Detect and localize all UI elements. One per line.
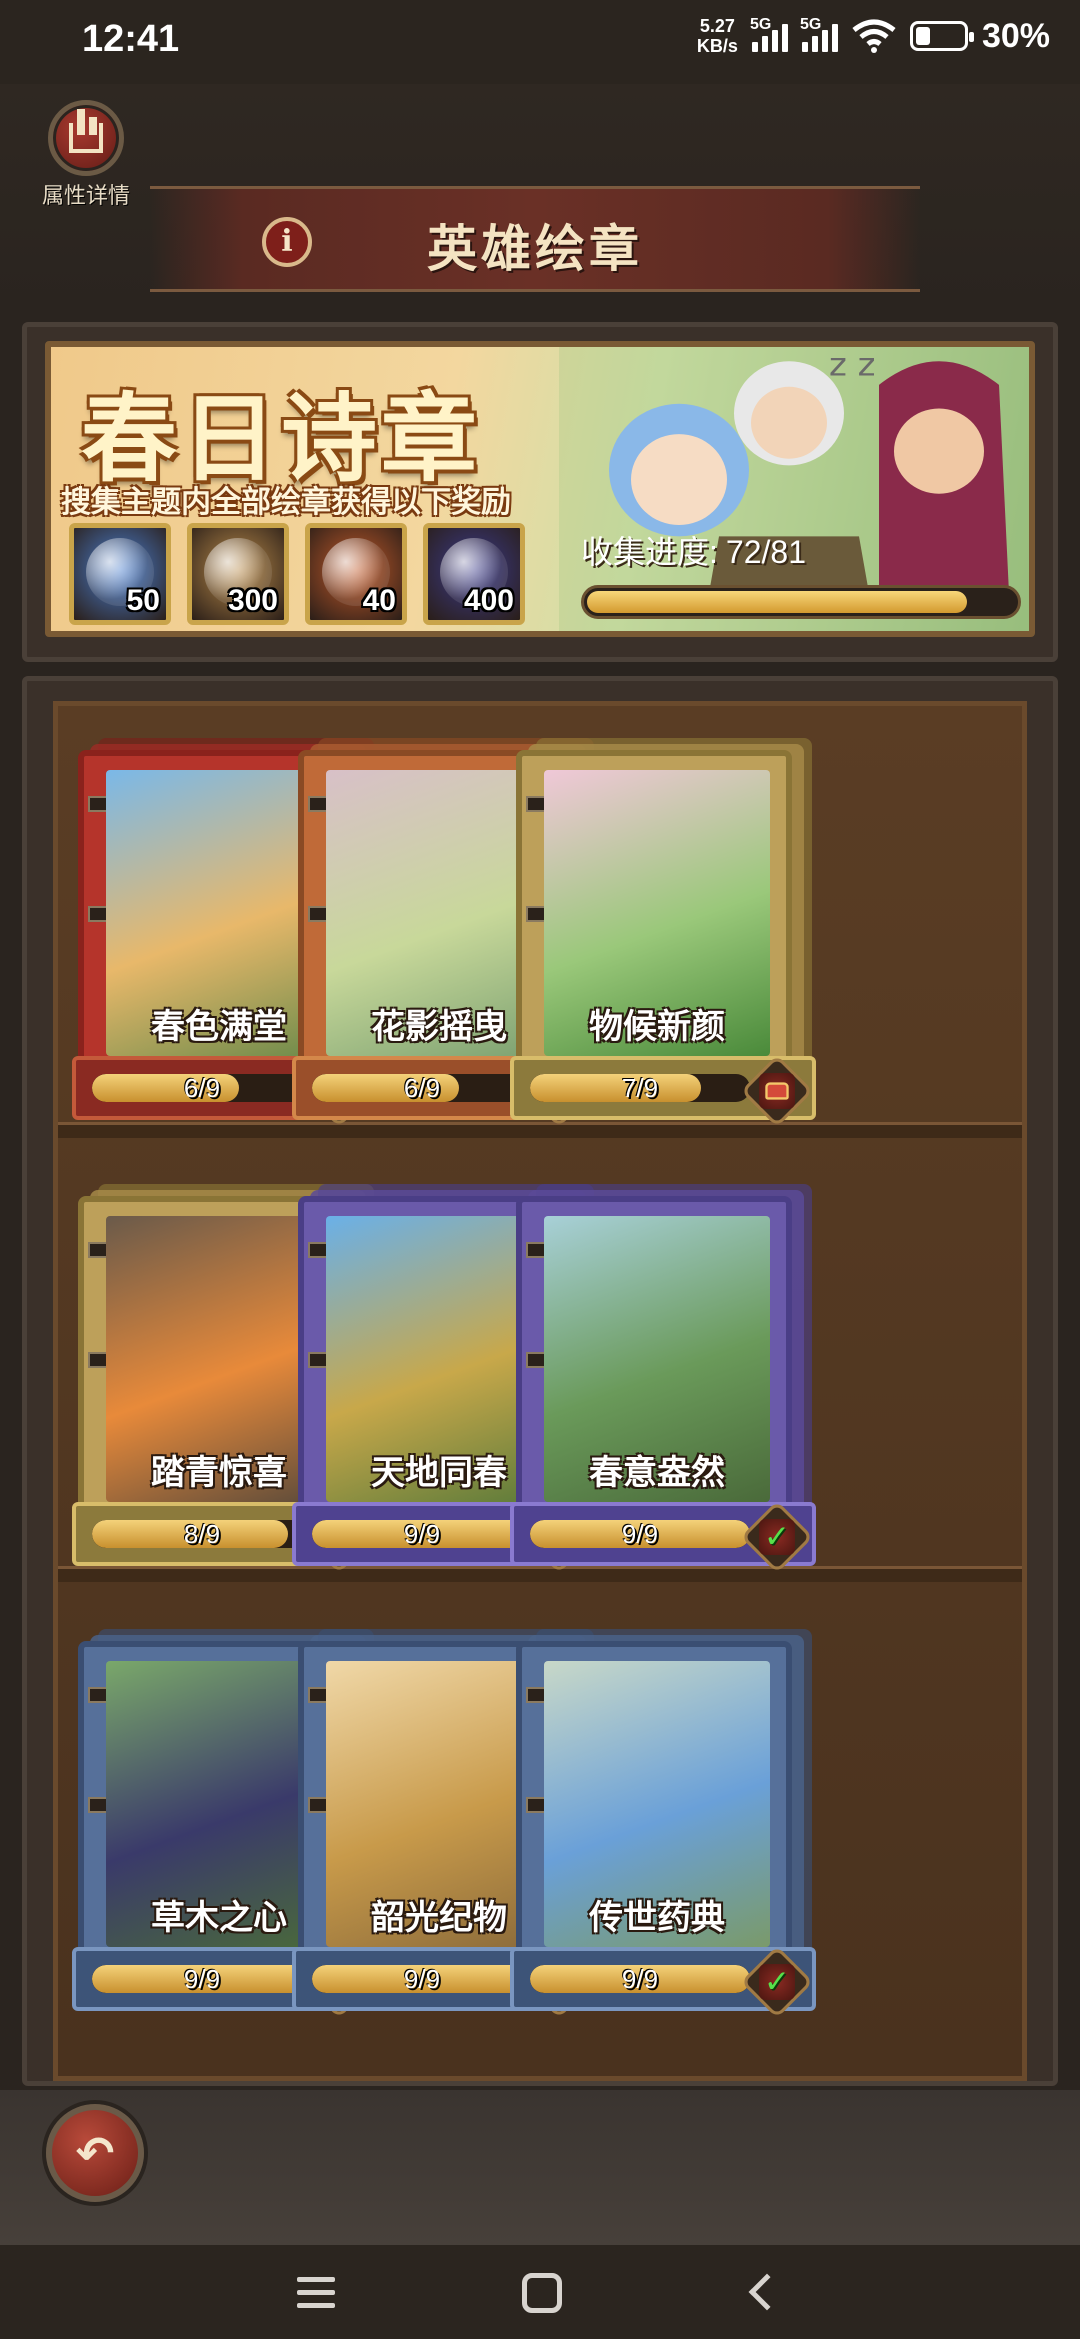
back-icon[interactable] <box>736 2269 796 2319</box>
reward-item[interactable]: 300 <box>187 523 289 625</box>
album-name: 物候新颜 <box>589 1008 725 1046</box>
album-progress-bar: 9/9 ✓ <box>510 1500 816 1574</box>
collection-progress-label: 收集进度: <box>581 534 718 570</box>
event-banner: z z 春日诗章 搜集主题内全部绘章获得以下奖励 50 300 40 400 收集进度… <box>22 322 1058 662</box>
album-shelf: 春色满堂6/9花影摇曳6/9物候新颜7/9踏青惊喜8/9天地同春9/9✓春意盎然… <box>53 701 1027 2081</box>
album-progress-text: 6/9 <box>403 1073 441 1103</box>
album-progress-text: 8/9 <box>183 1519 221 1549</box>
album-progress-text: 9/9 <box>621 1519 659 1549</box>
album-name: 春意盎然 <box>589 1454 725 1492</box>
album-card[interactable]: 物候新颜 7/9 <box>510 730 826 1128</box>
signal-icon: 5G <box>800 16 838 52</box>
collection-progress-bar <box>581 585 1021 619</box>
status-time: 12:41 <box>82 18 180 60</box>
check-icon: ✓ <box>759 1519 795 1555</box>
title-banner: i 英雄绘章 <box>150 186 920 292</box>
status-bar: 12:41 5.27 KB/s 5G 5G 30% <box>0 0 1080 84</box>
album-status-badge[interactable]: ✓ <box>740 1945 814 2019</box>
album-cover: 物候新颜 <box>516 750 792 1080</box>
album-status-badge[interactable] <box>740 1054 814 1128</box>
album-progress-bar: 9/9 ✓ <box>510 1945 816 2019</box>
signal-icon: 5G <box>750 16 788 52</box>
reward-chest-icon <box>759 1073 795 1109</box>
album-card[interactable]: 传世药典 9/9 ✓ <box>510 1621 826 2019</box>
battery-icon <box>909 21 974 51</box>
check-icon: ✓ <box>759 1964 795 2000</box>
album-progress-text: 6/9 <box>183 1073 221 1103</box>
album-progress-text: 9/9 <box>403 1964 441 1994</box>
attribute-details-button[interactable]: 属性详情 <box>36 100 136 210</box>
bottom-area <box>0 2090 1080 2245</box>
album-status-badge[interactable]: ✓ <box>740 1500 814 1574</box>
album-progress-text: 9/9 <box>403 1519 441 1549</box>
page-title: 英雄绘章 <box>427 221 643 277</box>
album-progress-text: 9/9 <box>621 1964 659 1994</box>
reward-count: 50 <box>126 584 160 617</box>
album-progress-bar: 7/9 <box>510 1054 816 1128</box>
album-progress-text: 9/9 <box>183 1964 221 1994</box>
return-arrow-icon: ↶ <box>75 2127 115 2179</box>
reward-count: 400 <box>463 584 514 617</box>
album-artwork: 春意盎然 <box>544 1216 770 1502</box>
reward-item[interactable]: 400 <box>423 523 525 625</box>
album-card[interactable]: 春意盎然 9/9 ✓ <box>510 1176 826 1574</box>
home-icon[interactable] <box>512 2269 572 2319</box>
event-banner-frame: z z 春日诗章 搜集主题内全部绘章获得以下奖励 50 300 40 400 收集进度… <box>45 341 1035 637</box>
collection-progress: 收集进度: 72/81 <box>581 527 1029 619</box>
album-name: 传世药典 <box>589 1899 725 1937</box>
return-button[interactable]: ↶ <box>46 2104 144 2202</box>
bar-chart-icon <box>48 100 124 176</box>
battery-percent: 30% <box>981 16 1050 55</box>
system-nav-bar <box>0 2245 1080 2339</box>
album-artwork: 物候新颜 <box>544 770 770 1056</box>
reward-item[interactable]: 40 <box>305 523 407 625</box>
status-icons: 5.27 KB/s 5G 5G 30% <box>697 16 1050 56</box>
event-description: 搜集主题内全部绘章获得以下奖励 <box>61 486 511 519</box>
album-panel: 春色满堂6/9花影摇曳6/9物候新颜7/9踏青惊喜8/9天地同春9/9✓春意盎然… <box>22 676 1058 2086</box>
attribute-details-label: 属性详情 <box>41 183 130 208</box>
album-progress-text: 7/9 <box>621 1073 659 1103</box>
album-cover: 传世药典 <box>516 1641 792 1971</box>
collection-progress-fill <box>587 591 968 613</box>
reward-count: 300 <box>227 584 278 617</box>
reward-list: 50 300 40 400 <box>69 523 525 625</box>
menu-icon[interactable] <box>286 2269 346 2319</box>
svg-text:z z: z z <box>829 347 875 383</box>
reward-item[interactable]: 50 <box>69 523 171 625</box>
network-speed: 5.27 KB/s <box>696 16 738 56</box>
collection-progress-value: 72/81 <box>725 534 806 570</box>
wifi-icon <box>852 19 896 53</box>
battery-level <box>915 27 930 45</box>
album-artwork: 传世药典 <box>544 1661 770 1947</box>
album-cover: 春意盎然 <box>516 1196 792 1526</box>
reward-count: 40 <box>362 584 396 617</box>
